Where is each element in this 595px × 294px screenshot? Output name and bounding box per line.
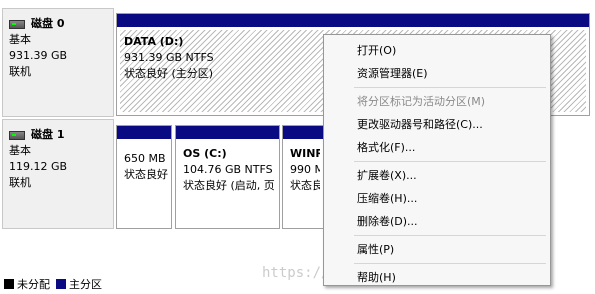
hard-disk-icon [9, 130, 25, 140]
partition-size: 650 MB [124, 152, 166, 165]
context-menu: 打开(O) 资源管理器(E) 将分区标记为活动分区(M) 更改驱动器号和路径(C)..… [323, 34, 551, 286]
menu-item[interactable]: 属性(P) [324, 238, 550, 261]
primary-swatch [56, 279, 66, 289]
partition-status: 状态良 [290, 179, 320, 192]
menu-item[interactable]: 帮助(H) [324, 266, 550, 289]
disk-1-status: 联机 [9, 176, 31, 189]
partition-winre-body: WINR 990 M 状态良 [286, 142, 320, 225]
disk-0-name: 磁盘 0 [31, 17, 65, 30]
menu-item[interactable]: 打开(O) [324, 39, 550, 62]
menu-item[interactable]: 扩展卷(X)... [324, 164, 550, 187]
partition-status: 状态良好 (启动, 页 [183, 179, 275, 192]
disk-0-status: 联机 [9, 65, 31, 78]
disk-1-info[interactable]: 磁盘 1 基本 119.12 GB 联机 [2, 119, 114, 229]
menu-separator [354, 235, 546, 236]
legend-item-unallocated: 未分配 [4, 276, 50, 292]
partition-os-c-body: OS (C:) 104.76 GB NTFS 状态良好 (启动, 页 [179, 142, 276, 225]
partition-size: 104.76 GB NTFS [183, 163, 273, 176]
disk-1-title: 磁盘 1 [9, 127, 113, 143]
partition-status: 状态良好 [124, 168, 168, 181]
menu-item[interactable]: 格式化(F)... [324, 136, 550, 159]
menu-separator [354, 263, 546, 264]
menu-item[interactable]: 更改驱动器号和路径(C)... [324, 113, 550, 136]
partition-name: WINR [290, 147, 320, 160]
primary-partition-bar [117, 14, 589, 27]
partition-winre[interactable]: WINR 990 M 状态良 [282, 125, 324, 229]
disk-0-info[interactable]: 磁盘 0 基本 931.39 GB 联机 [2, 8, 114, 117]
legend-label: 未分配 [17, 278, 50, 291]
disk-0-size: 931.39 GB [9, 49, 68, 62]
disk-1-type: 基本 [9, 144, 31, 157]
menu-item: 将分区标记为活动分区(M) [357, 95, 486, 108]
legend-label: 主分区 [69, 278, 102, 291]
primary-partition-bar [283, 126, 323, 139]
primary-partition-bar [176, 126, 279, 139]
legend-item-primary: 主分区 [56, 276, 102, 292]
partition-name: OS (C:) [183, 147, 227, 160]
legend: 未分配 主分区 [4, 276, 108, 292]
primary-partition-bar [117, 126, 171, 139]
disk-1-size: 119.12 GB [9, 160, 68, 173]
partition-recovery[interactable]: 650 MB 状态良好 [116, 125, 172, 229]
unallocated-swatch [4, 279, 14, 289]
menu-item[interactable]: 压缩卷(H)... [324, 187, 550, 210]
disk-0-type: 基本 [9, 33, 31, 46]
disk-1-name: 磁盘 1 [31, 128, 65, 141]
partition-recovery-body: 650 MB 状态良好 [120, 147, 168, 225]
partition-size: 990 M [290, 163, 320, 176]
menu-separator [354, 161, 546, 162]
menu-item[interactable]: 资源管理器(E) [324, 62, 550, 85]
hard-disk-icon [9, 19, 25, 29]
partition-os-c[interactable]: OS (C:) 104.76 GB NTFS 状态良好 (启动, 页 [175, 125, 280, 229]
menu-separator [354, 87, 546, 88]
menu-item[interactable]: 删除卷(D)... [324, 210, 550, 233]
disk-0-title: 磁盘 0 [9, 16, 113, 32]
